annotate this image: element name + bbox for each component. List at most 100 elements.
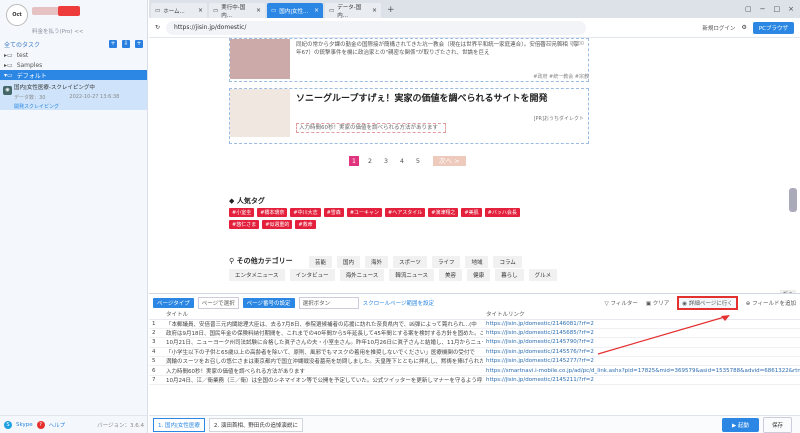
table-row[interactable]: 5 満輪のスーツをお召しの悠仁さまは東京都内で国立沖縄戦没者墓苑を訪問しました。天… xyxy=(149,356,800,367)
popular-tag[interactable]: #雪森 xyxy=(323,208,344,217)
row-title[interactable]: 10月21日、ニューヨーク州司法試験に合格した眞子さんの夫・小室圭さん。昨年10… xyxy=(163,337,483,348)
row-title[interactable]: 政府は9月18日、国民年金の保険料納付期間を、これまでの40年間から5年延長して… xyxy=(163,328,483,339)
row-link[interactable]: https://smartnavi.i-mobile.co.jp/ad/pc/d… xyxy=(483,365,800,376)
article-tags[interactable]: #政府 #統一教会 #宗教 xyxy=(229,73,589,81)
page-button-select[interactable]: 選択ボタン xyxy=(298,296,359,309)
category-item[interactable]: グルメ xyxy=(528,269,558,281)
help-link[interactable]: ヘルプ xyxy=(49,421,66,429)
category-item[interactable]: コラム xyxy=(493,256,522,268)
category-item[interactable]: 韓流ニュース xyxy=(389,269,435,281)
popular-tag[interactable]: #悠仁さま xyxy=(229,220,260,229)
close-icon[interactable]: × xyxy=(256,7,261,14)
table-row[interactable]: 4 「小学生以下の子供と65歳以上の高齢者を除いて、原則、風邪でもマスクの着用を推… xyxy=(149,347,800,358)
page-1[interactable]: 1 xyxy=(349,156,359,166)
table-row[interactable]: 2 政府は9月18日、国民年金の保険料納付期間を、これまでの40年間から5年延長し… xyxy=(149,328,800,339)
popular-tag[interactable]: #美肌 xyxy=(461,208,482,217)
tree-folder-test[interactable]: ▸▭ test xyxy=(0,50,147,60)
row-link[interactable]: https://jisin.jp/domestic/2145211/?rf=2 xyxy=(483,375,800,386)
minimize-icon[interactable]: − xyxy=(760,5,766,13)
category-item[interactable]: 健康 xyxy=(467,269,491,281)
page-4[interactable]: 4 xyxy=(397,156,407,166)
settings-icon[interactable]: ⚙ xyxy=(741,24,746,31)
category-item[interactable]: 美容 xyxy=(439,269,463,281)
tab-domestic[interactable]: ▭ 国内|女性... × xyxy=(267,3,323,18)
category-item[interactable]: 海外ニュース xyxy=(339,269,385,281)
category-item[interactable]: ライフ xyxy=(431,256,461,268)
popular-tag[interactable]: #ヘアスタイル xyxy=(385,208,426,217)
category-item[interactable]: 暮らし xyxy=(495,269,524,281)
bottom-tab-2[interactable]: 2. 演田首相、野田氏の追悼演説に xyxy=(208,417,303,432)
row-link[interactable]: https://jisin.jp/domestic/2146081/?rf=2 xyxy=(483,319,800,329)
row-title[interactable]: 「本郵議員、安倍晋三元内閣総理大臣は、去る7月8日、参院選候補者の応援に訪れた奈… xyxy=(163,319,483,329)
popular-tag[interactable]: #演津翔之 xyxy=(428,208,459,217)
col-link[interactable]: タイトルリンク xyxy=(483,309,800,320)
category-item[interactable]: エンタメニュース xyxy=(229,269,285,281)
page-2[interactable]: 2 xyxy=(365,156,375,166)
tree-folder-samples[interactable]: ▸▭ Samples xyxy=(0,60,147,70)
table-row[interactable]: 3 10月21日、ニューヨーク州司法試験に合格した眞子さんの夫・小室圭さん。昨年1… xyxy=(149,337,800,348)
tab-home[interactable]: ▭ ホーム... × xyxy=(151,3,207,18)
popular-tag[interactable]: #小室圭 xyxy=(229,208,255,217)
login-button[interactable]: 新規ログイン xyxy=(702,24,735,32)
add-task-icon[interactable]: + xyxy=(135,40,143,48)
save-button[interactable]: 保存 xyxy=(762,416,792,433)
category-item[interactable]: 地域 xyxy=(465,256,489,268)
tab-running[interactable]: ▭ 実行中-国内... × xyxy=(209,3,265,19)
row-link[interactable]: https://jisin.jp/domestic/2145685/?rf=2 xyxy=(483,328,800,339)
upgrade-link[interactable]: 料金を払う(Pro) << xyxy=(32,27,83,35)
row-link[interactable]: https://jisin.jp/domestic/2145576/?rf=2 xyxy=(483,347,800,358)
col-title[interactable]: タイトル xyxy=(163,309,483,320)
close-icon[interactable]: × xyxy=(372,7,377,14)
reload-icon[interactable]: ↻ xyxy=(155,24,160,31)
row-title[interactable]: 10月24日、江／衛業務（三／衛）は全国のシネマイオン等で公開を予定していた。公… xyxy=(163,375,483,386)
maximize-icon[interactable]: □ xyxy=(774,5,781,13)
category-item[interactable]: スポーツ xyxy=(393,256,427,268)
row-link[interactable]: https://jisin.jp/domestic/2145277/?rf=2 xyxy=(483,356,800,367)
close-icon[interactable]: × xyxy=(198,7,203,14)
popular-tag[interactable]: #バッハ会長 xyxy=(484,208,520,217)
tasks-header-label[interactable]: 全てのタスク xyxy=(4,40,40,49)
category-item[interactable]: 海外 xyxy=(365,256,389,268)
scroll-range-link[interactable]: スクロールページ範囲を設定 xyxy=(363,299,434,307)
filter-button[interactable]: ▽ フィルター xyxy=(604,299,637,307)
task-card[interactable]: ◉ 国内|女性医療-スクレイピング中 データ数：30 2022-10-27 13:… xyxy=(0,80,147,110)
table-row[interactable]: 6 入力時間60秒！実家の価値を調べられる方法があります https://smart… xyxy=(149,365,800,376)
new-folder-icon[interactable]: + xyxy=(109,40,117,48)
tree-folder-default[interactable]: ▾▭ デフォルト xyxy=(0,70,147,80)
run-button[interactable]: ▶ 起動 xyxy=(722,417,759,432)
tab-data[interactable]: ▭ データ-国内... × xyxy=(325,3,381,19)
popular-tag[interactable]: #似週重的 xyxy=(262,220,293,229)
detail-page-button[interactable]: ◉ 詳細ページに行く xyxy=(677,295,738,310)
popular-tag[interactable]: #中川大志 xyxy=(290,208,321,217)
table-row[interactable]: 1 「本郵議員、安倍晋三元内閣総理大臣は、去る7月8日、参院選候補者の応援に訪れた… xyxy=(149,319,800,329)
row-title[interactable]: 「小学生以下の子供と65歳以上の高齢者を除いて、原則、風邪でもマスクの着用を推奨… xyxy=(163,347,483,358)
ad-title[interactable]: ソニーグループすげぇ！実家の価値を調べられるサイトを開発 xyxy=(296,91,547,104)
page-5[interactable]: 5 xyxy=(413,156,423,166)
ad-card[interactable]: ソニーグループすげぇ！実家の価値を調べられるサイトを開発 [PR]おうちダイレク… xyxy=(229,88,589,144)
row-link[interactable]: https://jisin.jp/domestic/2145790/?rf=2 xyxy=(483,337,800,348)
table-row[interactable]: 7 10月24日、江／衛業務（三／衛）は全国のシネマイオン等で公開を予定していた。… xyxy=(149,375,800,386)
scrollbar[interactable] xyxy=(789,188,797,212)
popular-tag[interactable]: #橋本環奈 xyxy=(257,208,288,217)
close-icon[interactable]: × xyxy=(314,7,319,14)
add-field-button[interactable]: ⊕ フィールドを追加 xyxy=(746,299,796,307)
next-page-button[interactable]: 次へ > xyxy=(433,156,466,166)
clear-button[interactable]: ▣ クリア xyxy=(646,299,669,307)
row-title[interactable]: 満輪のスーツをお召しの悠仁さまは東京都内で国立沖縄戦没者墓苑を訪問しました。天皇… xyxy=(163,356,483,367)
close-window-icon[interactable]: × xyxy=(788,5,794,13)
category-item[interactable]: インタビュー xyxy=(289,269,335,281)
url-input[interactable]: https://jisin.jp/domestic/ xyxy=(166,20,587,35)
restore-icon[interactable]: ▢ xyxy=(745,5,752,13)
page-3[interactable]: 3 xyxy=(381,156,391,166)
export-icon[interactable]: ⇩ xyxy=(122,40,130,48)
category-item[interactable]: 芸能 xyxy=(309,256,333,268)
new-tab-icon[interactable]: + xyxy=(383,3,399,18)
avatar[interactable]: Oct xyxy=(6,4,28,26)
skype-link[interactable]: Skype xyxy=(16,422,33,428)
bottom-tab-1[interactable]: 1. 国内|女性医療 xyxy=(153,417,205,432)
browser-mode-select[interactable]: PCブラウザ xyxy=(752,21,794,34)
popular-tag[interactable]: #救命 xyxy=(295,220,316,229)
popular-tag[interactable]: #ユーキャン xyxy=(346,208,383,217)
page-type-select[interactable]: ページで選択 xyxy=(197,296,239,309)
row-title[interactable]: 入力時間60秒！実家の価値を調べられる方法があります xyxy=(163,365,483,376)
